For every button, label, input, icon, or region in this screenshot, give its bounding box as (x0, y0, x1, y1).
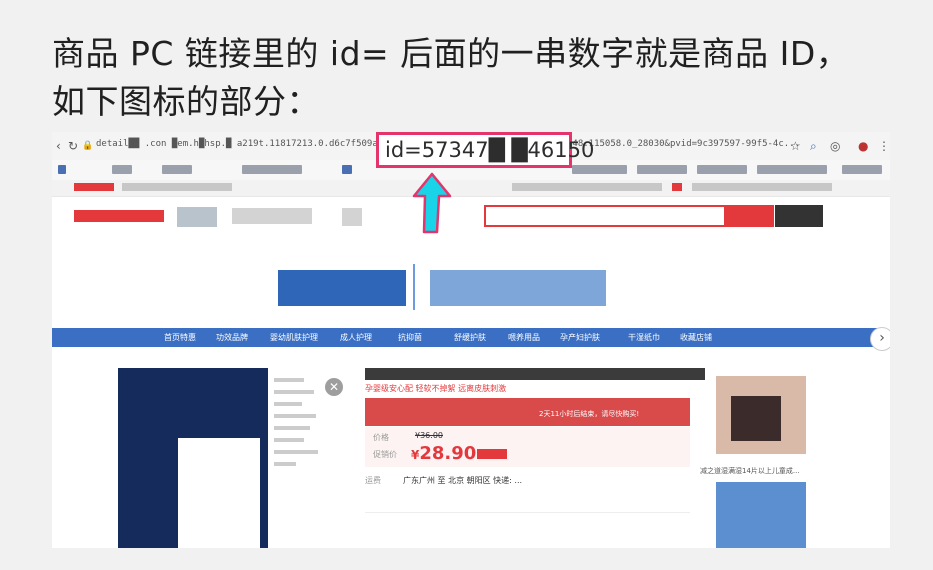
recommend-caption[interactable]: 减之道湿满湿14片以上儿童成... (700, 466, 800, 476)
banner-divider (413, 264, 415, 310)
store-nav: 首页特惠 功效品牌 婴幼肌肤护理 成人护理 抗抑菌 舒缓护肤 喂养用品 孕产妇护… (52, 328, 879, 347)
search-input[interactable] (484, 205, 726, 227)
store-nav-item[interactable]: 孕产妇护肤 (560, 332, 600, 343)
browser-screenshot: ‹ ↻ 🔒 detail██ .con █em.h█hsp.█ a219t.11… (52, 132, 890, 548)
top-links-right[interactable] (692, 183, 832, 191)
menu-icon[interactable]: ⋮ (878, 139, 890, 153)
store-nav-item[interactable]: 干湿纸巾 (628, 332, 660, 343)
close-icon[interactable]: ✕ (325, 378, 343, 396)
bookmark[interactable] (637, 165, 687, 174)
bookmark[interactable] (112, 165, 132, 174)
promo-price-label: 促销价 (373, 450, 397, 459)
caption-line-1: 商品 PC 链接里的 id= 后面的一串数字就是商品 ID， (52, 34, 850, 73)
product-thumb-info (274, 370, 324, 540)
login-link[interactable] (74, 183, 114, 191)
back-icon[interactable]: ‹ (56, 139, 61, 153)
url-text-left[interactable]: detail██ .con █em.h█hsp.█ a219t.11817213… (96, 139, 399, 149)
top-links-right[interactable] (512, 183, 662, 191)
price-box: 价格 ¥36.00 促销价 ¥28.90 (365, 427, 690, 467)
site-logo[interactable] (74, 210, 164, 222)
store-nav-item[interactable]: 舒缓护肤 (454, 332, 486, 343)
brand-logo (278, 270, 406, 306)
search-icon[interactable]: ⌕ (810, 139, 817, 154)
store-nav-item[interactable]: 首页特惠 (164, 332, 196, 343)
store-info (232, 208, 312, 224)
brand-slogan (430, 270, 606, 306)
next-arrow-icon[interactable]: › (870, 327, 890, 351)
store-nav-item[interactable]: 收藏店铺 (680, 332, 712, 343)
star-icon[interactable]: ☆ (790, 139, 801, 153)
store-nav-item[interactable]: 抗抑菌 (398, 332, 422, 343)
store-nav-item[interactable]: 功效品牌 (216, 332, 248, 343)
promo-bar: 2天11小时后结束，请尽快购买! (365, 398, 690, 426)
price-label: 价格 (373, 433, 389, 442)
recommend-image[interactable] (716, 482, 806, 548)
top-links[interactable] (122, 183, 232, 191)
caption: 商品 PC 链接里的 id= 后面的一串数字就是商品 ID， 如下图标的部分： (52, 30, 902, 126)
id-highlight-box: id=57347█ █46150 (376, 132, 594, 168)
shipping-info: 运费 广东广州 至 北京 朝阳区 快递: ... (365, 476, 523, 485)
product-title (365, 368, 705, 380)
bookmark-icon[interactable] (58, 165, 66, 174)
bookmark[interactable] (342, 165, 352, 174)
recommend-image[interactable] (716, 376, 806, 454)
bookmark[interactable] (162, 165, 192, 174)
bookmark[interactable] (842, 165, 882, 174)
site-top-bar (52, 180, 890, 197)
product-image-paper (178, 438, 260, 548)
url-text-right[interactable]: 348.115058.0_28030&pvid=9c397597-99f5-4c… (567, 139, 800, 149)
bookmark[interactable] (757, 165, 827, 174)
qr-code[interactable] (342, 208, 362, 226)
store-nav-item[interactable]: 喂养用品 (508, 332, 540, 343)
reload-icon[interactable]: ↻ (68, 139, 78, 153)
old-price: ¥36.00 (415, 431, 443, 440)
camera-icon[interactable]: ◎ (830, 139, 840, 153)
profile-icon[interactable]: ● (858, 139, 868, 153)
pointer-arrow-icon (412, 172, 452, 234)
product-image[interactable] (118, 368, 268, 548)
bookmark[interactable] (572, 165, 627, 174)
top-icon[interactable] (672, 183, 682, 191)
bookmark[interactable] (697, 165, 747, 174)
store-nav-item[interactable]: 成人护理 (340, 332, 372, 343)
quantity-row[interactable] (365, 512, 690, 533)
store-nav-item[interactable]: 婴幼肌肤护理 (270, 332, 318, 343)
bookmark[interactable] (242, 165, 302, 174)
search-button[interactable] (726, 205, 774, 227)
id-highlight-text: id=57347█ █46150 (385, 138, 595, 162)
price-badge (477, 449, 507, 459)
lock-icon: 🔒 (82, 141, 94, 151)
product-subtitle: 孕婴级安心配 轻软不掉絮 远离皮肤刺激 (365, 384, 507, 393)
store-logo (177, 207, 217, 227)
search-store-button[interactable] (775, 205, 823, 227)
promo-countdown: 2天11小时后结束，请尽快购买! (539, 410, 640, 418)
caption-line-2: 如下图标的部分： (52, 82, 320, 121)
new-price: ¥28.90 (411, 443, 477, 464)
